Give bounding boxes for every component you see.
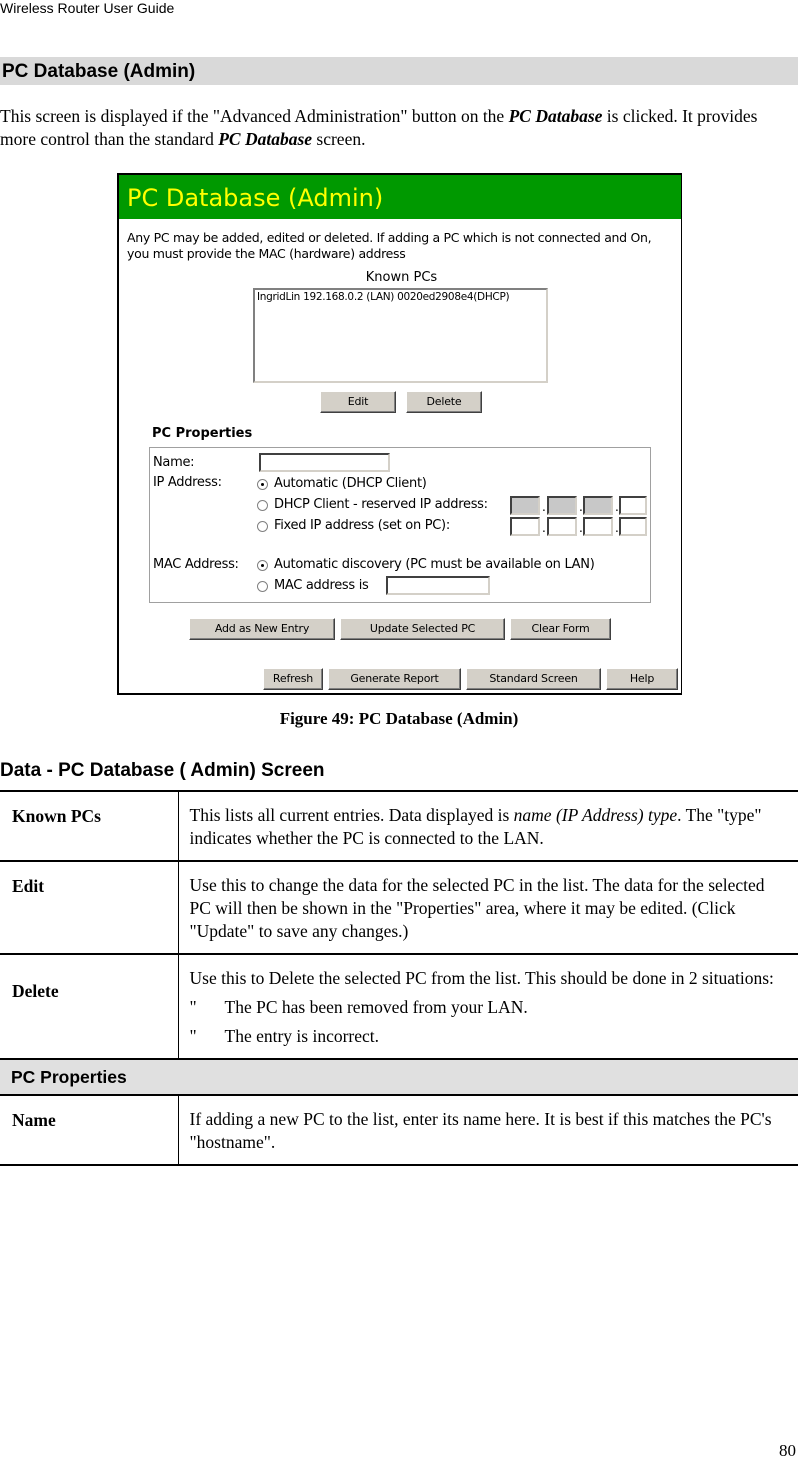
- data-table-title: Data - PC Database ( Admin) Screen: [0, 760, 325, 781]
- table-row: Known PCs This lists all current entries…: [0, 790, 798, 861]
- running-header: Wireless Router User Guide: [0, 0, 175, 16]
- mac-address-label: MAC Address:: [153, 557, 239, 572]
- intro-paragraph: This screen is displayed if the "Advance…: [0, 105, 790, 151]
- reserved-ip-octet-2[interactable]: [547, 496, 577, 515]
- data-table: Known PCs This lists all current entries…: [0, 790, 798, 1166]
- table-subheader-row: PC Properties: [0, 1058, 798, 1095]
- known-pcs-list[interactable]: IngridLin 192.168.0.2 (LAN) 0020ed2908e4…: [253, 288, 548, 383]
- name-label: Name:: [153, 455, 195, 470]
- known-pc-item[interactable]: IngridLin 192.168.0.2 (LAN) 0020ed2908e4…: [257, 291, 544, 303]
- reserved-ip-octet-4[interactable]: [619, 496, 647, 515]
- intro-text: screen.: [312, 129, 366, 149]
- bullet-mark: ": [189, 1026, 197, 1046]
- update-selected-pc-button[interactable]: Update Selected PC: [340, 618, 505, 640]
- bullet-mark: ": [189, 997, 197, 1017]
- mac-manual-label: MAC address is: [274, 578, 369, 593]
- mac-automatic-radio[interactable]: [257, 560, 268, 571]
- ip-reserved-label: DHCP Client - reserved IP address:: [274, 497, 488, 512]
- subheader-pc-properties: PC Properties: [0, 1058, 798, 1095]
- figure-description: Any PC may be added, edited or deleted. …: [127, 230, 652, 261]
- name-input[interactable]: [259, 453, 390, 472]
- table-row: Name If adding a new PC to the list, ent…: [0, 1094, 798, 1166]
- bullet-item: " The PC has been removed from your LAN.: [190, 996, 789, 1019]
- term-edit: Edit: [0, 860, 179, 954]
- ip-address-label: IP Address:: [153, 475, 222, 490]
- term-known-pcs: Known PCs: [0, 790, 179, 861]
- ip-automatic-radio[interactable]: [257, 479, 268, 490]
- edit-button[interactable]: Edit: [320, 391, 396, 413]
- octet-separator: .: [542, 521, 546, 535]
- mac-automatic-label: Automatic discovery (PC must be availabl…: [274, 557, 595, 572]
- ip-automatic-label: Automatic (DHCP Client): [274, 476, 427, 491]
- desc-emphasis: name (IP Address) type: [513, 805, 678, 825]
- bullet-text: The entry is incorrect.: [224, 1026, 380, 1046]
- term-name: Name: [0, 1094, 179, 1166]
- screenshot-figure: PC Database (Admin) Any PC may be added,…: [117, 173, 682, 695]
- fixed-ip-octet-4[interactable]: [619, 517, 647, 536]
- intro-emphasis: PC Database: [218, 129, 313, 149]
- octet-separator: .: [542, 500, 546, 514]
- bullet-item: " The entry is incorrect.: [190, 1025, 789, 1048]
- desc-delete: Use this to Delete the selected PC from …: [178, 953, 798, 1059]
- figure-banner-title: PC Database (Admin): [119, 175, 681, 219]
- fixed-ip-octet-3[interactable]: [583, 517, 613, 536]
- term-delete: Delete: [0, 953, 179, 1059]
- mac-address-input[interactable]: [386, 576, 490, 595]
- desc-known-pcs: This lists all current entries. Data dis…: [178, 790, 798, 861]
- page-number: 80: [779, 1441, 796, 1460]
- reserved-ip-octet-3[interactable]: [583, 496, 613, 515]
- intro-text: This screen is displayed if the "Advance…: [0, 106, 509, 126]
- add-new-entry-button[interactable]: Add as New Entry: [189, 618, 335, 640]
- ip-reserved-radio[interactable]: [257, 500, 268, 511]
- ip-fixed-radio[interactable]: [257, 521, 268, 532]
- bullet-text: The PC has been removed from your LAN.: [224, 997, 528, 1017]
- pc-properties-box: Name: IP Address: Automatic (DHCP Client…: [149, 447, 651, 603]
- desc-text: This lists all current entries. Data dis…: [189, 805, 514, 825]
- delete-button[interactable]: Delete: [406, 391, 482, 413]
- desc-edit: Use this to change the data for the sele…: [178, 860, 798, 954]
- fixed-ip-octet-1[interactable]: [510, 517, 540, 536]
- known-pcs-label: Known PCs: [365, 270, 438, 285]
- figure-caption: Figure 49: PC Database (Admin): [279, 709, 519, 728]
- section-title: PC Database (Admin): [0, 57, 798, 85]
- refresh-button[interactable]: Refresh: [263, 668, 323, 690]
- fixed-ip-octet-2[interactable]: [547, 517, 577, 536]
- intro-emphasis: PC Database: [508, 106, 603, 126]
- clear-form-button[interactable]: Clear Form: [510, 618, 611, 640]
- generate-report-button[interactable]: Generate Report: [328, 668, 461, 690]
- table-row: Edit Use this to change the data for the…: [0, 860, 798, 954]
- reserved-ip-octet-1[interactable]: [510, 496, 540, 515]
- standard-screen-button[interactable]: Standard Screen: [466, 668, 601, 690]
- desc-name: If adding a new PC to the list, enter it…: [178, 1094, 798, 1166]
- mac-manual-radio[interactable]: [257, 581, 268, 592]
- desc-delete-text: Use this to Delete the selected PC from …: [189, 968, 774, 988]
- pc-properties-title: PC Properties: [152, 426, 253, 441]
- ip-fixed-label: Fixed IP address (set on PC):: [274, 518, 450, 533]
- table-row: Delete Use this to Delete the selected P…: [0, 953, 798, 1059]
- help-button[interactable]: Help: [606, 668, 678, 690]
